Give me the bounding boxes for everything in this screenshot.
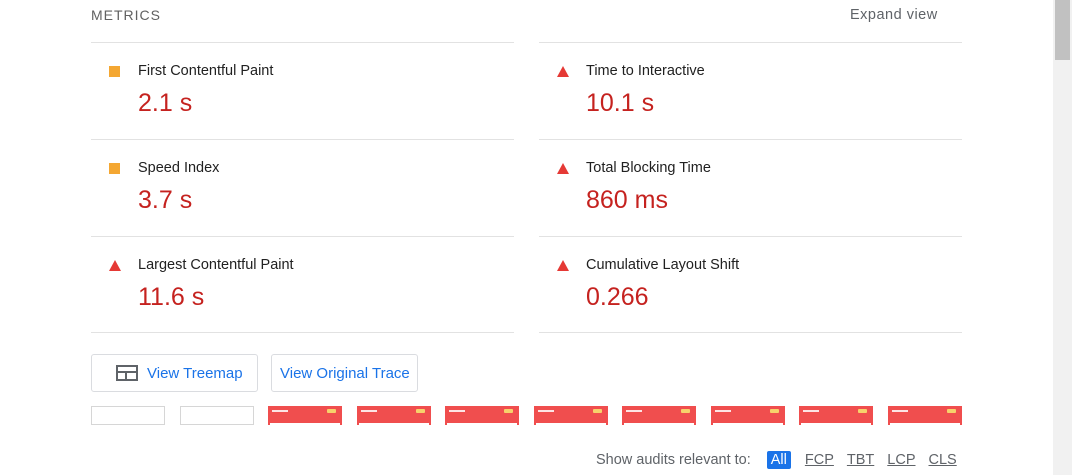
- view-original-trace-label: View Original Trace: [280, 364, 410, 382]
- filmstrip-frame: [534, 406, 608, 425]
- frame-leg-r: [783, 421, 785, 425]
- metric-total-blocking-time: Total Blocking Time 860 ms: [539, 139, 962, 236]
- frame-leg-r: [340, 421, 342, 425]
- filter-chip-cls[interactable]: CLS: [929, 452, 957, 468]
- filmstrip-frame: [888, 406, 962, 425]
- filmstrip-frame: [91, 406, 165, 425]
- frame-leg-r: [606, 421, 608, 425]
- metric-largest-contentful-paint: Largest Contentful Paint 11.6 s: [91, 236, 514, 333]
- frame-leg-l: [268, 421, 270, 425]
- frame-logo: [272, 410, 288, 412]
- filmstrip-frame: [622, 406, 696, 425]
- metrics-section-title: METRICS: [91, 7, 161, 23]
- filter-chip-all[interactable]: All: [766, 451, 791, 469]
- fail-triangle-icon: [557, 163, 569, 174]
- frame-leg-r: [694, 421, 696, 425]
- filmstrip: [91, 406, 962, 426]
- filmstrip-frame: [180, 406, 254, 425]
- frame-leg-r: [960, 421, 962, 425]
- scrollbar[interactable]: [1053, 0, 1072, 475]
- metric-speed-index: Speed Index 3.7 s: [91, 139, 514, 236]
- filter-chip-fcp[interactable]: FCP: [805, 452, 834, 468]
- frame-leg-l: [357, 421, 359, 425]
- frame-leg-l: [711, 421, 713, 425]
- frame-logo: [715, 410, 731, 412]
- filter-chip-tbt[interactable]: TBT: [847, 452, 874, 468]
- frame-leg-l: [799, 421, 801, 425]
- metric-label: Largest Contentful Paint: [138, 257, 294, 273]
- fail-triangle-icon: [109, 260, 121, 271]
- frame-leg-r: [871, 421, 873, 425]
- frame-badge: [770, 409, 779, 413]
- metric-cumulative-layout-shift: Cumulative Layout Shift 0.266: [539, 236, 962, 333]
- frame-badge: [416, 409, 425, 413]
- frame-logo: [892, 410, 908, 412]
- metric-value: 3.7 s: [138, 186, 193, 214]
- metric-first-contentful-paint: First Contentful Paint 2.1 s: [91, 42, 514, 139]
- frame-badge: [947, 409, 956, 413]
- frame-leg-l: [534, 421, 536, 425]
- view-treemap-button[interactable]: View Treemap: [91, 354, 258, 392]
- expand-view-link[interactable]: Expand view: [850, 7, 938, 23]
- metric-label: Total Blocking Time: [586, 160, 711, 176]
- metric-label: Cumulative Layout Shift: [586, 257, 740, 273]
- treemap-icon: [116, 365, 138, 381]
- average-square-icon: [109, 66, 120, 77]
- frame-leg-l: [445, 421, 447, 425]
- frame-badge: [858, 409, 867, 413]
- metric-label: Time to Interactive: [586, 63, 705, 79]
- filmstrip-frame: [711, 406, 785, 425]
- average-square-icon: [109, 163, 120, 174]
- metric-time-to-interactive: Time to Interactive 10.1 s: [539, 42, 962, 139]
- metric-value: 2.1 s: [138, 89, 193, 117]
- frame-logo: [538, 410, 554, 412]
- frame-logo: [626, 410, 642, 412]
- metric-value: 11.6 s: [138, 283, 205, 311]
- audit-filter-label: Show audits relevant to:: [596, 452, 751, 468]
- scrollbar-thumb[interactable]: [1055, 0, 1070, 60]
- view-original-trace-button[interactable]: View Original Trace: [271, 354, 418, 392]
- metric-label: Speed Index: [138, 160, 220, 176]
- filmstrip-frame: [268, 406, 342, 425]
- frame-leg-l: [622, 421, 624, 425]
- frame-leg-r: [429, 421, 431, 425]
- frame-badge: [593, 409, 602, 413]
- divider: [539, 332, 962, 333]
- filmstrip-frame: [799, 406, 873, 425]
- filmstrip-frame: [357, 406, 431, 425]
- filter-chip-lcp[interactable]: LCP: [887, 452, 915, 468]
- fail-triangle-icon: [557, 66, 569, 77]
- metric-value: 0.266: [586, 283, 649, 311]
- fail-triangle-icon: [557, 260, 569, 271]
- frame-logo: [361, 410, 377, 412]
- frame-badge: [681, 409, 690, 413]
- frame-logo: [449, 410, 465, 412]
- filmstrip-frame: [445, 406, 519, 425]
- frame-leg-r: [517, 421, 519, 425]
- frame-leg-l: [888, 421, 890, 425]
- frame-logo: [803, 410, 819, 412]
- divider: [91, 332, 514, 333]
- metric-label: First Contentful Paint: [138, 63, 274, 79]
- metric-value: 860 ms: [586, 186, 668, 214]
- metric-value: 10.1 s: [586, 89, 655, 117]
- audit-filter: Show audits relevant to: All FCP TBT LCP…: [596, 451, 970, 469]
- frame-badge: [504, 409, 513, 413]
- frame-badge: [327, 409, 336, 413]
- view-treemap-label: View Treemap: [147, 364, 243, 382]
